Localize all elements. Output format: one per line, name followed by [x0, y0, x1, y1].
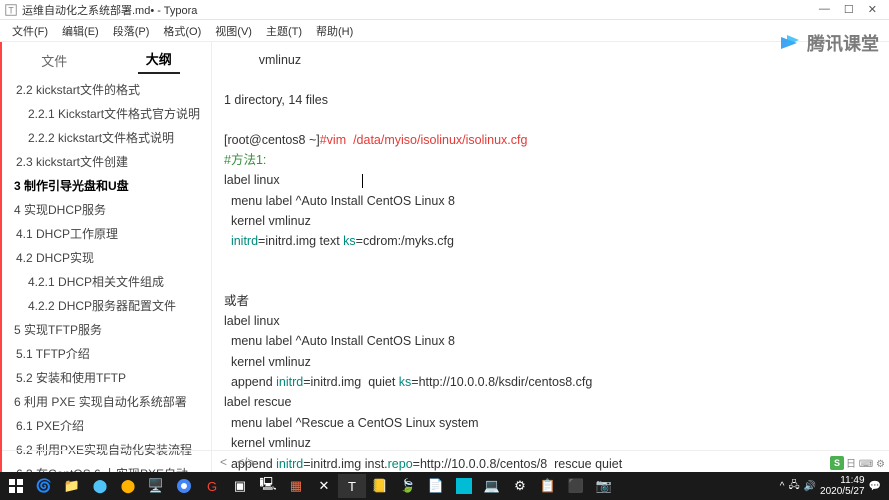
outline-tree[interactable]: 2.2 kickstart文件的格式2.2.1 Kickstart文件格式官方说… — [2, 74, 211, 472]
system-tray[interactable]: ^ 🖧 🔊 11:492020/5/27 💬 — [780, 475, 887, 497]
outline-item[interactable]: 4.2.1 DHCP相关文件组成 — [2, 270, 211, 294]
taskbar-app[interactable]: ⬤ — [86, 474, 114, 498]
menu-theme[interactable]: 主题(T) — [260, 21, 308, 41]
taskbar-app[interactable]: T — [338, 474, 366, 498]
menu-view[interactable]: 视图(V) — [209, 21, 258, 41]
outline-item[interactable]: 4.2.2 DHCP服务器配置文件 — [2, 294, 211, 318]
sogou-icon: S — [830, 456, 844, 470]
tray-up-icon[interactable]: ^ — [780, 481, 785, 492]
taskbar-app[interactable]: 🖳 — [254, 474, 282, 498]
notification-icon[interactable]: 💬 — [869, 481, 881, 492]
taskbar-app[interactable]: 🌀 — [30, 474, 58, 498]
nav-forward-icon[interactable]: </> — [237, 455, 254, 469]
close-button[interactable]: ✕ — [868, 3, 877, 16]
sidebar: 文件 大纲 2.2 kickstart文件的格式2.2.1 Kickstart文… — [2, 42, 212, 472]
taskbar-app[interactable]: 📷 — [590, 474, 618, 498]
outline-item[interactable]: 4.2 DHCP实现 — [2, 246, 211, 270]
outline-item[interactable]: 2.2 kickstart文件的格式 — [2, 78, 211, 102]
outline-item[interactable]: 4.1 DHCP工作原理 — [2, 222, 211, 246]
taskbar-app[interactable]: 📋 — [534, 474, 562, 498]
taskbar-app[interactable]: 📄 — [422, 474, 450, 498]
svg-text:T: T — [8, 5, 14, 15]
app-icon: T — [4, 3, 18, 17]
taskbar-app[interactable]: ⬛ — [562, 474, 590, 498]
taskbar-app[interactable]: 🍃 — [394, 474, 422, 498]
tray-net-icon[interactable]: 🖧 — [788, 478, 799, 495]
menu-file[interactable]: 文件(F) — [6, 21, 54, 41]
status-bar: < </> — [2, 450, 889, 472]
outline-item[interactable]: 5 实现TFTP服务 — [2, 318, 211, 342]
outline-item[interactable]: 5.1 TFTP介绍 — [2, 342, 211, 366]
taskbar-app[interactable]: 📁 — [58, 474, 86, 498]
menu-help[interactable]: 帮助(H) — [310, 21, 359, 41]
outline-item[interactable]: 2.3 kickstart文件创建 — [2, 150, 211, 174]
tray-vol-icon[interactable]: 🔊 — [804, 481, 816, 492]
taskbar-app[interactable]: 📒 — [366, 474, 394, 498]
outline-item[interactable]: 5.2 安装和使用TFTP — [2, 366, 211, 390]
outline-item[interactable]: 4 实现DHCP服务 — [2, 198, 211, 222]
outline-item[interactable]: 2.2.2 kickstart文件格式说明 — [2, 126, 211, 150]
window-title: 运维自动化之系统部署.md• - Typora — [22, 2, 197, 18]
taskbar-app[interactable]: ⚙ — [506, 474, 534, 498]
taskbar-app[interactable]: ▦ — [282, 474, 310, 498]
menu-bar: 文件(F) 编辑(E) 段落(P) 格式(O) 视图(V) 主题(T) 帮助(H… — [0, 20, 889, 42]
start-button[interactable] — [2, 474, 30, 498]
outline-item[interactable]: 6.1 PXE介绍 — [2, 414, 211, 438]
nav-back-icon[interactable]: < — [220, 455, 227, 469]
tab-outline[interactable]: 大纲 — [138, 43, 180, 74]
taskbar-app[interactable]: 🖥️ — [142, 474, 170, 498]
minimize-button[interactable]: — — [819, 3, 830, 16]
menu-edit[interactable]: 编辑(E) — [56, 21, 105, 41]
taskbar-app[interactable]: ▣ — [226, 474, 254, 498]
tab-files[interactable]: 文件 — [33, 45, 75, 74]
taskbar-app[interactable]: G — [198, 474, 226, 498]
taskbar-app[interactable]: ✕ — [310, 474, 338, 498]
title-bar: T 运维自动化之系统部署.md• - Typora — ☐ ✕ — [0, 0, 889, 20]
menu-format[interactable]: 格式(O) — [157, 21, 207, 41]
text-cursor — [362, 174, 363, 188]
maximize-button[interactable]: ☐ — [844, 3, 854, 16]
tencent-classroom-icon — [777, 31, 801, 55]
editor-content[interactable]: vmlinuz 1 directory, 14 files [root@cent… — [212, 42, 889, 472]
outline-item[interactable]: 6 利用 PXE 实现自动化系统部署 — [2, 390, 211, 414]
taskbar: 🌀 📁 ⬤ ⬤ 🖥️ G ▣ 🖳 ▦ ✕ T 📒 🍃 📄 💻 ⚙ 📋 ⬛ 📷 ^… — [0, 472, 889, 500]
ime-indicator: S日 ⌨ ⚙ — [830, 455, 885, 470]
watermark: 腾讯课堂 — [777, 30, 879, 56]
taskbar-app[interactable] — [170, 474, 198, 498]
outline-item[interactable]: 3 制作引导光盘和U盘 — [2, 174, 211, 198]
taskbar-app[interactable] — [450, 474, 478, 498]
menu-paragraph[interactable]: 段落(P) — [107, 21, 156, 41]
taskbar-app[interactable]: 💻 — [478, 474, 506, 498]
clock[interactable]: 11:492020/5/27 — [820, 475, 865, 497]
taskbar-app[interactable]: ⬤ — [114, 474, 142, 498]
outline-item[interactable]: 2.2.1 Kickstart文件格式官方说明 — [2, 102, 211, 126]
